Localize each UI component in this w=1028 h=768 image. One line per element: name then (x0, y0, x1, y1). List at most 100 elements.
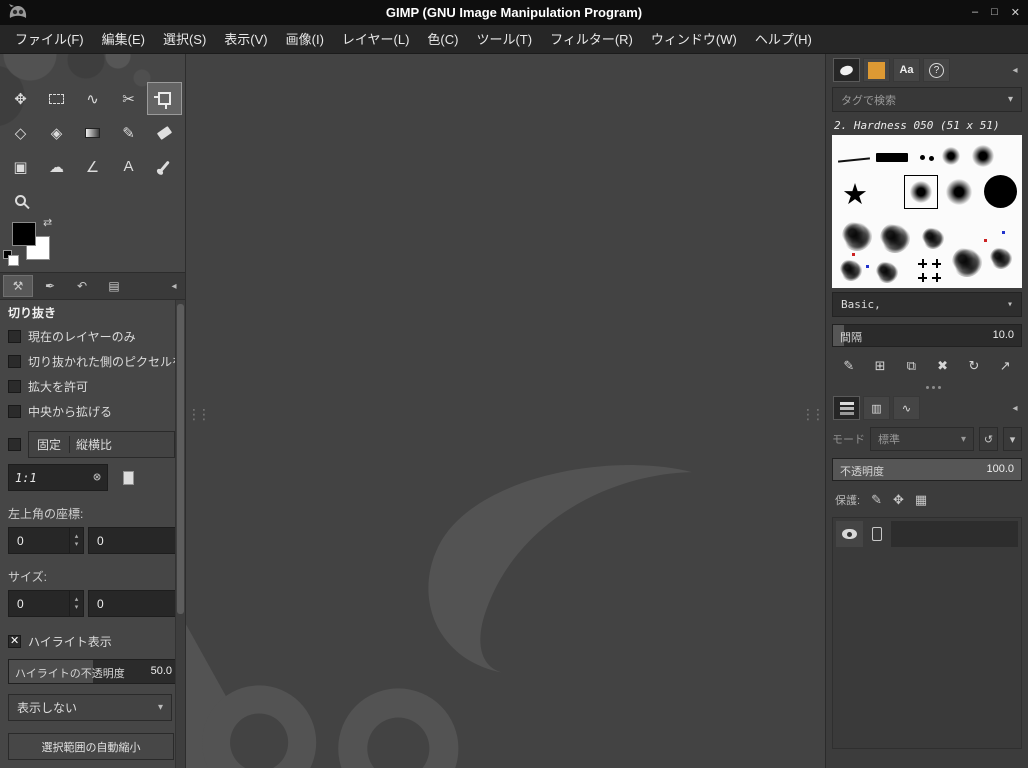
fixed-combo[interactable]: 固定 縦横比 (28, 430, 175, 458)
checkbox-delete-cropped-pixels[interactable]: 切り抜かれた側のピクセルを削除 (8, 349, 175, 374)
layer-list[interactable] (832, 517, 1022, 749)
delete-brush-button[interactable]: ✖ (930, 355, 955, 377)
brush-thumbnail-selected[interactable] (904, 175, 938, 209)
lock-alpha-icon[interactable]: ▦ (915, 492, 927, 508)
dock-menu-button[interactable]: ◂ (1007, 65, 1023, 76)
tab-layers[interactable] (833, 396, 860, 420)
brush-thumbnail[interactable] (922, 227, 944, 249)
position-y-spinner[interactable]: 0 (88, 527, 175, 554)
checkbox-current-layer-only[interactable]: 現在のレイヤーのみ (8, 324, 175, 349)
edit-brush-button[interactable]: ✎ (836, 355, 861, 377)
checkbox-allow-growing[interactable]: 拡大を許可 (8, 374, 175, 399)
rectangle-select-tool[interactable] (39, 82, 74, 115)
open-brush-as-image-button[interactable]: ↗ (993, 355, 1018, 377)
brush-thumbnail[interactable] (946, 179, 972, 205)
menu-help[interactable]: ヘルプ(H) (746, 25, 821, 54)
lock-pixels-icon[interactable]: ✎ (871, 492, 882, 508)
clear-icon[interactable]: ⊗ (93, 470, 101, 485)
tab-channels[interactable]: ▥ (863, 396, 890, 420)
brush-thumbnail[interactable] (840, 259, 862, 281)
tab-patterns[interactable] (863, 58, 890, 82)
portrait-orientation-button[interactable] (116, 465, 140, 491)
pencil-tool[interactable]: ✎ (111, 116, 146, 149)
crop-tool[interactable] (147, 82, 182, 115)
close-button[interactable]: ✕ (1011, 6, 1020, 19)
zoom-tool[interactable] (3, 184, 38, 217)
dock-resize-grip[interactable] (925, 386, 929, 389)
fixed-checkbox[interactable] (8, 437, 21, 451)
free-select-tool[interactable]: ∿ (75, 82, 110, 115)
tab-paths[interactable]: ∿ (893, 396, 920, 420)
visibility-toggle[interactable] (836, 521, 863, 547)
menu-colors[interactable]: 色(C) (418, 25, 467, 54)
tab-device-status[interactable]: ✒ (35, 275, 65, 297)
tab-images[interactable]: ▤ (99, 275, 129, 297)
layer-mode-combo[interactable]: 標準 ▾ (870, 427, 974, 451)
refresh-brushes-button[interactable]: ↻ (961, 355, 986, 377)
maximize-button[interactable]: □ (991, 6, 998, 19)
measure-tool[interactable]: ∠ (75, 150, 110, 183)
lock-position-icon[interactable]: ✥ (893, 492, 904, 508)
brush-thumbnail[interactable] (972, 145, 994, 167)
eraser-tool[interactable] (147, 116, 182, 149)
menu-windows[interactable]: ウィンドウ(W) (642, 25, 746, 54)
right-pane-grip[interactable]: ⋮⋮ (801, 406, 825, 423)
dock-menu-button[interactable]: ◂ (166, 281, 182, 292)
brush-thumbnail[interactable] (876, 261, 898, 283)
brush-thumbnail[interactable] (952, 247, 982, 277)
brush-thumbnail[interactable] (920, 155, 925, 160)
highlight-opacity-slider[interactable]: ハイライトの不透明度 50.0 (8, 659, 175, 684)
menu-filters[interactable]: フィルター(R) (541, 25, 642, 54)
brush-group-combo[interactable]: Basic, ▾ (832, 292, 1022, 317)
text-tool[interactable]: A (111, 150, 146, 183)
guides-combo[interactable]: 表示しない ▾ (8, 694, 172, 721)
tab-document-history[interactable]: ? (923, 58, 950, 82)
unified-transform-tool[interactable]: ◇ (3, 116, 38, 149)
autoshrink-button[interactable]: 選択範囲の自動縮小 (8, 733, 174, 760)
tab-brushes[interactable] (833, 58, 860, 82)
brush-tag-search[interactable]: タグで検索 ▾ (832, 87, 1022, 112)
mode-options-button[interactable]: ▾ (1003, 427, 1022, 451)
brush-thumbnail[interactable] (990, 247, 1012, 269)
left-pane-grip[interactable]: ⋮⋮ (187, 406, 211, 423)
spinner-arrows-icon[interactable]: ▴ ▾ (69, 528, 83, 553)
mode-switch-button[interactable]: ↺ (979, 427, 998, 451)
titlebar[interactable]: GIMP (GNU Image Manipulation Program) – … (0, 0, 1028, 25)
gradient-tool[interactable] (75, 116, 110, 149)
minimize-button[interactable]: – (972, 6, 978, 19)
duplicate-brush-button[interactable]: ⧉ (899, 355, 924, 377)
tab-undo-history[interactable]: ↶ (67, 275, 97, 297)
brush-thumbnail[interactable] (880, 223, 910, 253)
foreground-color-swatch[interactable] (12, 222, 36, 246)
position-x-spinner[interactable]: 0 ▴ ▾ (8, 527, 84, 554)
scissors-select-tool[interactable]: ✂ (111, 82, 146, 115)
menu-select[interactable]: 選択(S) (154, 25, 215, 54)
brush-thumbnail[interactable] (942, 147, 960, 165)
handle-transform-tool[interactable]: ◈ (39, 116, 74, 149)
brush-thumbnail[interactable] (837, 157, 871, 163)
canvas-area[interactable]: ⋮⋮ ⋮⋮ (186, 54, 825, 768)
size-y-spinner[interactable]: 0 (88, 590, 175, 617)
menu-edit[interactable]: 編集(E) (93, 25, 154, 54)
tab-fonts[interactable]: Aa (893, 58, 920, 82)
brush-thumbnail[interactable] (842, 221, 872, 251)
menu-view[interactable]: 表示(V) (215, 25, 276, 54)
tab-tool-options[interactable]: ⚒ (3, 275, 33, 297)
size-x-spinner[interactable]: 0 ▴ ▾ (8, 590, 84, 617)
brush-spacing-slider[interactable]: 間隔 10.0 (832, 324, 1022, 347)
menu-layer[interactable]: レイヤー(L) (333, 25, 419, 54)
menu-file[interactable]: ファイル(F) (6, 25, 93, 54)
brush-thumbnail[interactable] (918, 273, 927, 282)
aspect-ratio-input[interactable]: 1:1 ⊗ (8, 464, 108, 491)
scrollbar-thumb[interactable] (177, 304, 184, 614)
swap-colors-icon[interactable]: ⇄ (43, 216, 52, 229)
new-brush-button[interactable]: ⊞ (868, 355, 893, 377)
color-picker-tool[interactable] (147, 150, 182, 183)
brush-thumbnail[interactable] (984, 175, 1017, 208)
default-colors-icon[interactable] (3, 250, 19, 266)
brush-thumbnail[interactable] (876, 153, 908, 162)
checkbox-expand-from-center[interactable]: 中央から拡げる (8, 399, 175, 424)
spinner-arrows-icon[interactable]: ▴ ▾ (69, 591, 83, 616)
brush-thumbnail[interactable]: ★ (842, 181, 868, 210)
smudge-tool[interactable]: ☁ (39, 150, 74, 183)
